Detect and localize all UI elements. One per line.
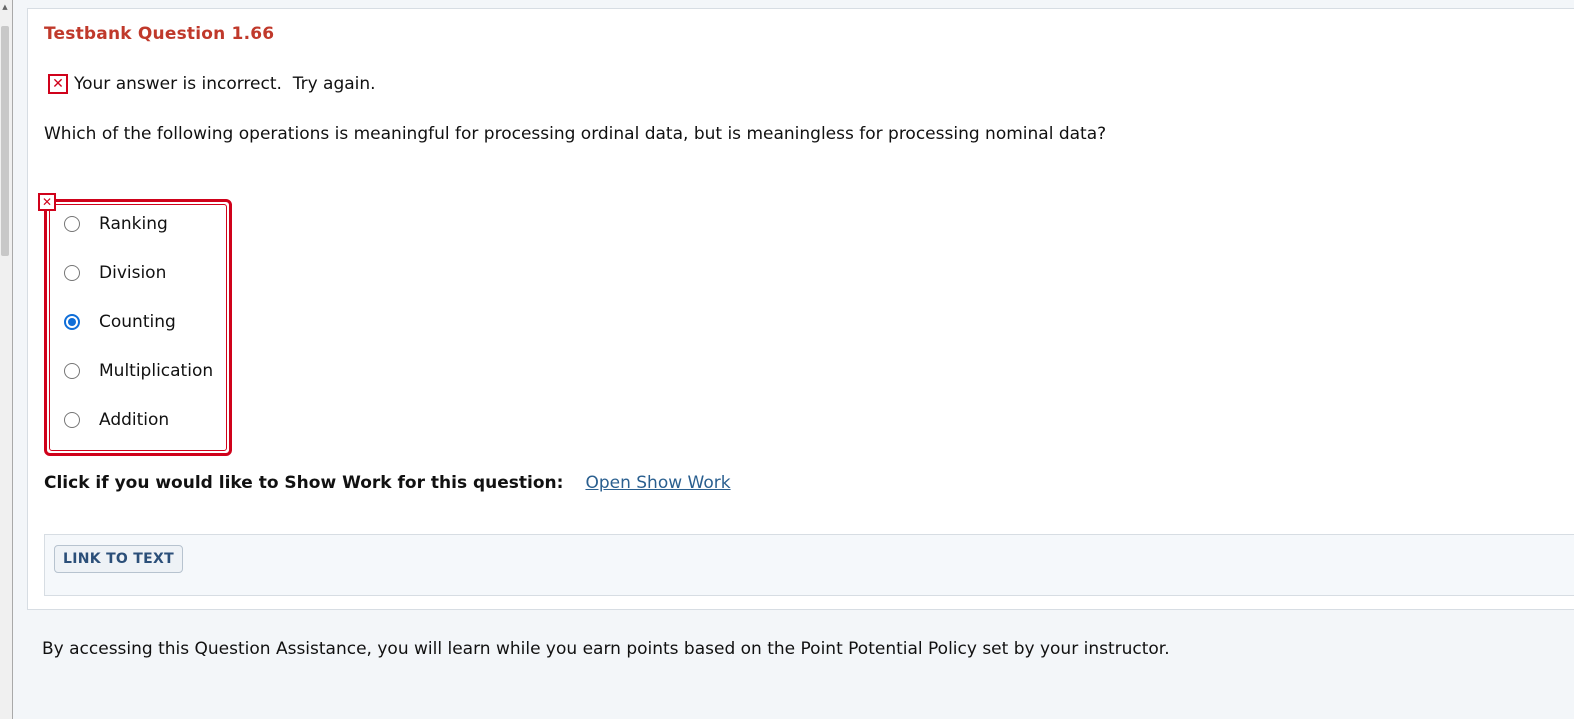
- feedback-text: Your answer is incorrect. Try again.: [74, 74, 376, 94]
- option-multiplication[interactable]: Multiplication: [64, 359, 213, 383]
- show-work-label: Click if you would like to Show Work for…: [44, 473, 564, 493]
- feedback-message: ✕ Your answer is incorrect. Try again.: [48, 72, 376, 96]
- question-title: Testbank Question 1.66: [44, 24, 275, 44]
- vertical-scrollbar[interactable]: ▲: [0, 0, 13, 719]
- question-prompt: Which of the following operations is mea…: [44, 124, 1107, 144]
- option-label: Multiplication: [99, 361, 214, 381]
- open-show-work-link[interactable]: Open Show Work: [585, 473, 730, 493]
- radio-addition[interactable]: [64, 412, 80, 428]
- question-panel: Testbank Question 1.66 ✕ Your answer is …: [27, 8, 1574, 610]
- option-division[interactable]: Division: [64, 261, 166, 285]
- option-ranking[interactable]: Ranking: [64, 212, 168, 236]
- option-label: Counting: [99, 312, 176, 332]
- show-work-row: Click if you would like to Show Work for…: [44, 473, 731, 493]
- radio-division[interactable]: [64, 265, 80, 281]
- option-label: Ranking: [99, 214, 168, 234]
- scrollbar-thumb[interactable]: [1, 26, 9, 256]
- link-to-text-button[interactable]: LINK TO TEXT: [54, 545, 183, 573]
- incorrect-x-icon: ✕: [48, 74, 68, 94]
- option-label: Addition: [99, 410, 170, 430]
- incorrect-marker-icon: ✕: [38, 193, 56, 211]
- footer-policy-text: By accessing this Question Assistance, y…: [42, 639, 1170, 659]
- option-addition[interactable]: Addition: [64, 408, 169, 432]
- scroll-up-icon[interactable]: ▲: [1, 2, 9, 12]
- radio-counting[interactable]: [64, 314, 80, 330]
- radio-ranking[interactable]: [64, 216, 80, 232]
- radio-multiplication[interactable]: [64, 363, 80, 379]
- option-label: Division: [99, 263, 167, 283]
- link-bar: LINK TO TEXT: [44, 534, 1574, 596]
- option-counting[interactable]: Counting: [64, 310, 176, 334]
